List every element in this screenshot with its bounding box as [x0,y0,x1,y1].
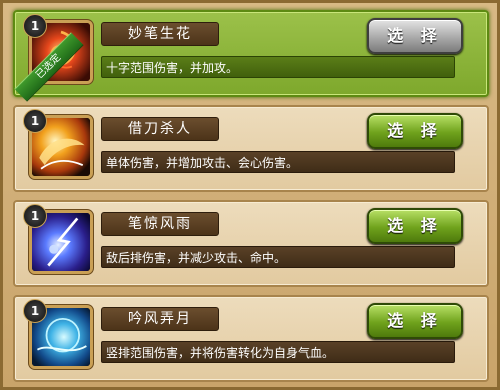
skill-name: 吟风弄月 [101,307,219,331]
skill-description: 竖排范围伤害，并将伤害转化为自身气血。 [101,341,455,363]
skill-description: 十字范围伤害，并加攻。 [101,56,455,78]
skill-description: 单体伤害，并增加攻击、会心伤害。 [101,151,455,173]
level-badge: 1 [23,109,47,133]
skill-card-4[interactable]: 1 吟风弄月 竖排范围伤害，并将伤害转化为自身气血。 选 择 [13,295,489,382]
select-button[interactable]: 选 择 [367,18,463,54]
skill-name: 借刀杀人 [101,117,219,141]
skill-name: 笔惊风雨 [101,212,219,236]
skill-description: 敌后排伤害，并减少攻击、命中。 [101,246,455,268]
skill-card-3[interactable]: 1 笔惊风雨 敌后排伤害，并减少攻击、命中。 选 择 [13,200,489,287]
level-badge: 1 [23,299,47,323]
skill-card-2[interactable]: 1 借刀杀人 单体伤害，并增加攻击、会心伤害。 选 择 [13,105,489,192]
select-button[interactable]: 选 择 [367,208,463,244]
skill-name: 妙笔生花 [101,22,219,46]
skill-card-1[interactable]: 1 已选定 妙笔生花 十字范围伤害，并加攻。 选 择 [13,10,489,102]
skill-select-panel: 1 已选定 妙笔生花 十字范围伤害，并加攻。 选 择 1 借刀杀人 单体伤害，并… [0,0,500,390]
select-button[interactable]: 选 择 [367,303,463,339]
select-button[interactable]: 选 择 [367,113,463,149]
level-badge: 1 [23,204,47,228]
level-badge: 1 [23,14,47,38]
